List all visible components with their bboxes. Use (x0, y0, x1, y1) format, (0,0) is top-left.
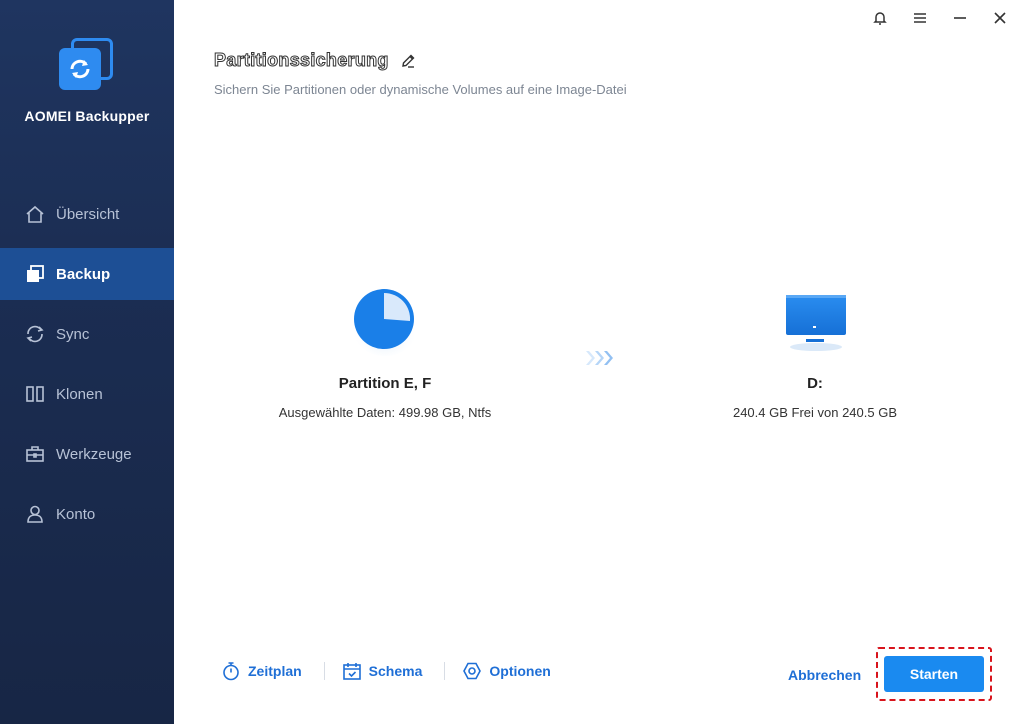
user-icon (24, 503, 46, 525)
source-info: Ausgewählte Daten: 499.98 GB, Ntfs (278, 405, 492, 420)
sidebar-item-label: Klonen (56, 385, 103, 403)
sidebar-item-account[interactable]: Konto (0, 488, 174, 540)
options-link[interactable]: Optionen (461, 660, 551, 682)
app-name: AOMEI Backupper (24, 108, 150, 124)
calendar-check-icon (341, 660, 363, 682)
schedule-label: Zeitplan (248, 663, 302, 679)
bell-icon[interactable] (866, 8, 894, 28)
source-name: Partition E, F (338, 375, 432, 392)
sidebar: AOMEI Backupper Übersicht Backup Sync Kl… (0, 0, 174, 724)
footer-divider (444, 662, 446, 680)
backup-icon (24, 263, 46, 285)
sidebar-item-overview[interactable]: Übersicht (0, 188, 174, 240)
sidebar-item-backup[interactable]: Backup (0, 248, 174, 300)
footer-options: Zeitplan Schema Optionen (220, 660, 551, 682)
app-logo-area: AOMEI Backupper (0, 36, 174, 124)
target-selector[interactable]: D: 240.4 GB Frei von 240.5 GB (665, 286, 965, 420)
sidebar-item-label: Backup (56, 265, 111, 283)
title-row: Partitionssicherung (214, 50, 417, 71)
page-title: Partitionssicherung (214, 50, 389, 71)
sync-icon (24, 323, 46, 345)
source-selector[interactable]: Partition E, F Ausgewählte Daten: 499.98… (235, 286, 535, 420)
minimize-icon[interactable] (946, 8, 974, 28)
target-info: 240.4 GB Frei von 240.5 GB (732, 405, 898, 420)
schedule-link[interactable]: Zeitplan (220, 660, 302, 682)
sidebar-nav: Übersicht Backup Sync Klonen Werkzeuge K… (0, 188, 174, 548)
footer-divider (323, 662, 325, 680)
edit-pencil-icon[interactable] (399, 52, 417, 70)
app-logo-icon (57, 36, 117, 92)
start-button[interactable]: Starten (884, 656, 984, 692)
scheme-link[interactable]: Schema (341, 660, 423, 682)
target-name: D: (807, 375, 823, 392)
window-controls (866, 8, 1014, 28)
sidebar-item-sync[interactable]: Sync (0, 308, 174, 360)
toolbox-icon (24, 443, 46, 465)
sidebar-item-label: Konto (56, 505, 96, 523)
home-icon (24, 203, 46, 225)
menu-icon[interactable] (906, 8, 934, 28)
page-subtitle: Sichern Sie Partitionen oder dynamische … (214, 82, 627, 97)
sidebar-item-clone[interactable]: Klonen (0, 368, 174, 420)
partition-pie-icon (235, 286, 535, 356)
settings-hexagon-icon (461, 660, 483, 682)
monitor-icon (665, 286, 965, 356)
close-icon[interactable] (986, 8, 1014, 28)
sidebar-item-label: Übersicht (56, 205, 120, 223)
sidebar-item-label: Werkzeuge (56, 445, 132, 463)
sidebar-item-tools[interactable]: Werkzeuge (0, 428, 174, 480)
direction-arrows-icon (584, 348, 616, 368)
sidebar-item-label: Sync (56, 325, 90, 343)
clone-icon (24, 383, 46, 405)
cancel-button[interactable]: Abbrechen (788, 667, 861, 683)
options-label: Optionen (489, 663, 551, 679)
scheme-label: Schema (368, 663, 423, 679)
stopwatch-icon (220, 660, 242, 682)
